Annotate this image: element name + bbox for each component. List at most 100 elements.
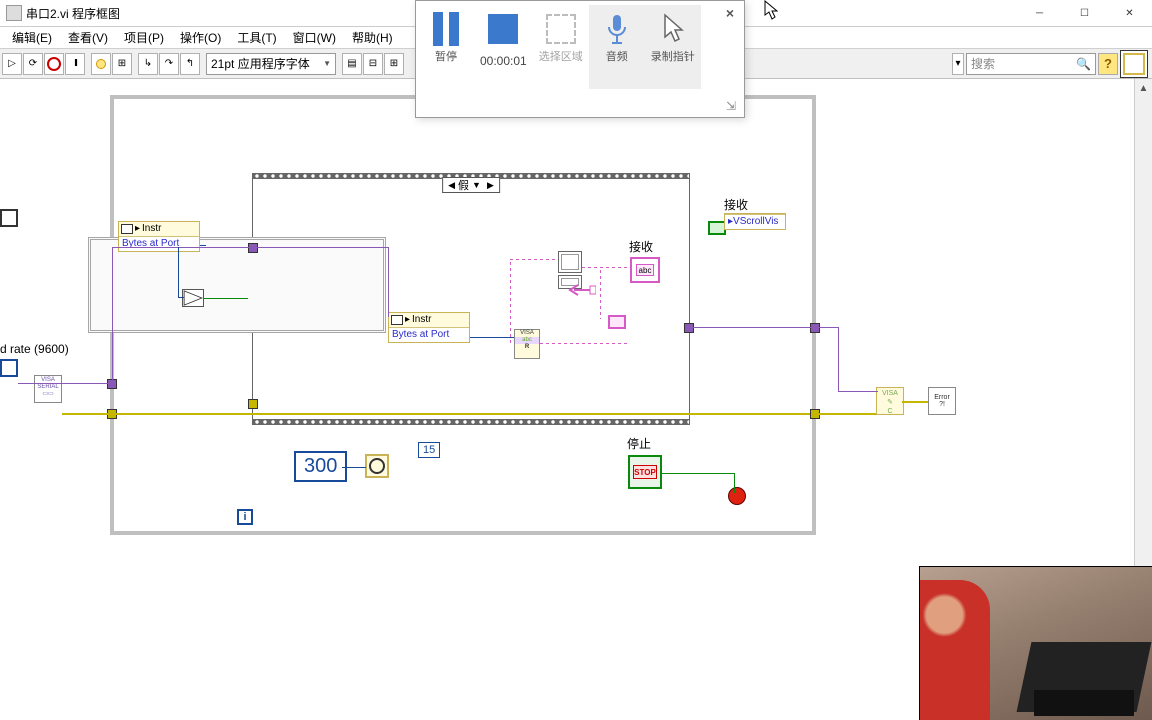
- close-button[interactable]: ✕: [1107, 0, 1152, 27]
- baud-rate-label: d rate (9600): [0, 342, 69, 356]
- menu-edit[interactable]: 编辑(E): [4, 27, 60, 48]
- numeric-constant-15[interactable]: 15: [418, 442, 440, 458]
- pause-icon: [433, 12, 459, 46]
- feedback-node[interactable]: [568, 283, 596, 297]
- wire-error-3: [902, 401, 928, 403]
- wire-visa-out4: [838, 391, 878, 392]
- wire-pink-1: [510, 259, 558, 260]
- tunnel-inner-1[interactable]: [248, 243, 258, 253]
- tunnel-while-out-1[interactable]: [810, 323, 820, 333]
- search-input[interactable]: 搜索 🔍: [966, 53, 1096, 75]
- scroll-up-icon[interactable]: ▲: [1135, 79, 1152, 97]
- loop-stop-terminal[interactable]: [728, 487, 746, 505]
- screen-recorder-toolbar[interactable]: × 暂停 00:00:01 选择区域 音频 录制指针 ⇲: [415, 0, 745, 118]
- area-icon: [546, 14, 576, 44]
- case-prev-icon[interactable]: ◀: [445, 180, 458, 191]
- pause-button[interactable]: II: [65, 53, 85, 75]
- control-terminal-left[interactable]: [0, 209, 18, 227]
- wire-visa-v2: [388, 247, 389, 317]
- search-menu-arrow[interactable]: ▾: [952, 53, 964, 75]
- recv-outer-label: 接收: [724, 196, 748, 213]
- case-next-icon[interactable]: ▶: [484, 180, 497, 191]
- minimize-button[interactable]: ─: [1017, 0, 1062, 27]
- abort-button[interactable]: [44, 53, 64, 75]
- pause-label: 暂停: [435, 51, 457, 63]
- wire-visa-out: [692, 327, 814, 328]
- recv-label: 接收: [629, 238, 653, 255]
- labview-icon: [6, 5, 22, 21]
- prop-row-2[interactable]: Bytes at Port: [389, 328, 469, 342]
- align-button[interactable]: ▤: [342, 53, 362, 75]
- baud-control-terminal[interactable]: [0, 359, 18, 377]
- pointer-label: 录制指针: [651, 51, 695, 63]
- loop-iteration-terminal[interactable]: i: [237, 509, 253, 525]
- stop-icon: [488, 14, 518, 44]
- simple-error-handler[interactable]: Error?!: [928, 387, 956, 415]
- recv-indicator[interactable]: abc: [630, 257, 660, 283]
- step-into-button[interactable]: ↳: [138, 53, 158, 75]
- recorder-stop-button[interactable]: 00:00:01: [474, 5, 533, 89]
- menu-window[interactable]: 窗口(W): [285, 27, 344, 48]
- concat-string-node[interactable]: [558, 251, 582, 273]
- wire-error: [62, 413, 810, 415]
- menu-project[interactable]: 项目(P): [116, 27, 172, 48]
- reorder-button[interactable]: ⊞: [384, 53, 404, 75]
- menu-tools[interactable]: 工具(T): [229, 27, 284, 48]
- wire-bytes: [178, 247, 179, 297]
- menu-operate[interactable]: 操作(O): [172, 27, 229, 48]
- distribute-button[interactable]: ⊟: [363, 53, 383, 75]
- run-button[interactable]: ▷: [2, 53, 22, 75]
- maximize-button[interactable]: ☐: [1062, 0, 1107, 27]
- menu-help[interactable]: 帮助(H): [344, 27, 401, 48]
- error-label: Error: [934, 394, 950, 401]
- visa-configure-node[interactable]: VISASERIAL▭▭: [34, 375, 62, 403]
- wire-stop: [662, 473, 734, 474]
- property-node-vscroll[interactable]: ▸VScrollVis: [724, 213, 786, 230]
- stop-button-terminal[interactable]: STOP: [628, 455, 662, 489]
- recorder-time: 00:00:01: [480, 55, 527, 67]
- greater-than-zero-node[interactable]: [182, 289, 204, 307]
- visa-read-node[interactable]: VISA abc R: [514, 329, 540, 359]
- tunnel-case-out-1[interactable]: [684, 323, 694, 333]
- recorder-area-button[interactable]: 选择区域: [533, 5, 589, 89]
- wire-pink-v1: [510, 259, 511, 343]
- search-placeholder: 搜索: [971, 55, 995, 72]
- wire-pink-v2: [600, 267, 601, 319]
- font-selector[interactable]: 21pt 应用程序字体 ▼: [206, 53, 336, 75]
- run-cont-button[interactable]: ⟳: [23, 53, 43, 75]
- recorder-pin-icon[interactable]: ⇲: [726, 99, 736, 113]
- local-variable[interactable]: [608, 315, 626, 329]
- wire-bytes2: [470, 337, 514, 338]
- wire-stop-v: [734, 473, 735, 493]
- wait-ms-node[interactable]: [365, 454, 389, 478]
- vi-icon[interactable]: [1120, 50, 1148, 78]
- property-node-bytes-at-port-2[interactable]: ▸ Instr Bytes at Port: [388, 312, 470, 343]
- recorder-pause-button[interactable]: 暂停: [418, 5, 474, 89]
- recorder-close-button[interactable]: ×: [722, 5, 738, 21]
- retain-wires-button[interactable]: ⊞: [112, 53, 132, 75]
- mouse-cursor: [764, 0, 778, 20]
- wire-visa-out2: [818, 327, 838, 328]
- step-over-button[interactable]: ↷: [159, 53, 179, 75]
- window-title: 串口2.vi 程序框图: [26, 5, 120, 22]
- visa-close-node[interactable]: VISA✎C: [876, 387, 904, 415]
- prop-ref-icon-2: [391, 315, 403, 325]
- numeric-constant-300[interactable]: 300: [294, 451, 347, 482]
- wire-visa-h2: [112, 247, 252, 248]
- context-help-button[interactable]: ?: [1098, 53, 1118, 75]
- recorder-audio-button[interactable]: 音频: [589, 5, 645, 89]
- wire-300: [342, 467, 366, 468]
- wire-visa-v: [112, 247, 113, 385]
- tunnel-inner-2[interactable]: [248, 399, 258, 409]
- case-selector[interactable]: ◀ 假 ▼ ▶: [442, 177, 500, 193]
- step-out-button[interactable]: ↰: [180, 53, 200, 75]
- case-dropdown-icon[interactable]: ▼: [469, 180, 484, 190]
- recorder-pointer-button[interactable]: 录制指针: [645, 5, 701, 89]
- font-label: 21pt 应用程序字体: [211, 55, 310, 72]
- search-icon: 🔍: [1076, 57, 1091, 71]
- highlight-exec-button[interactable]: [91, 53, 111, 75]
- menu-view[interactable]: 查看(V): [60, 27, 116, 48]
- wire-error-2: [818, 413, 876, 415]
- prop-row-1[interactable]: Bytes at Port: [119, 237, 199, 251]
- microphone-icon: [595, 9, 639, 49]
